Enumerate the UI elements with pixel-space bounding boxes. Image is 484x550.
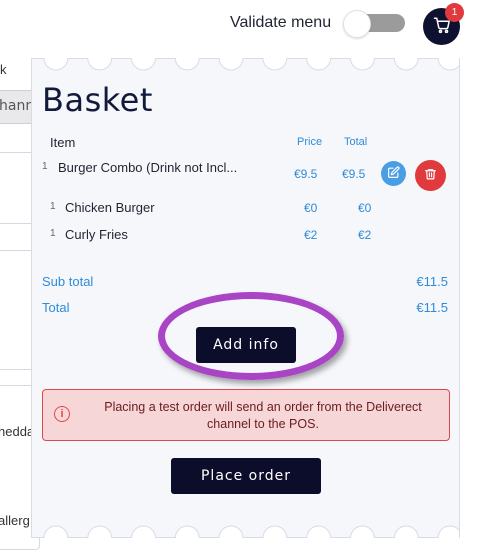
alert-message: Placing a test order will send an order … xyxy=(104,400,422,431)
highlight-annotation xyxy=(158,292,344,380)
item-price: €2 xyxy=(304,228,318,242)
sub-total-label: Sub total xyxy=(42,274,94,289)
background-text: k xyxy=(0,62,7,77)
item-total: €0 xyxy=(358,201,372,215)
total-value: €11.5 xyxy=(416,300,448,315)
cart-button[interactable]: 1 xyxy=(423,3,464,45)
test-order-alert: i Placing a test order will send an orde… xyxy=(42,389,450,441)
edit-item-button[interactable] xyxy=(381,161,406,186)
item-quantity: 1 xyxy=(50,201,56,212)
edit-icon xyxy=(387,164,400,183)
toggle-knob xyxy=(343,10,371,38)
item-total: €2 xyxy=(358,228,372,242)
trash-icon xyxy=(424,166,437,185)
scallop-edge xyxy=(43,58,459,71)
item-total: €9.5 xyxy=(342,167,366,181)
sub-total-value: €11.5 xyxy=(416,274,448,289)
validate-menu-label: Validate menu xyxy=(230,14,332,31)
basket-title: Basket xyxy=(42,81,153,119)
info-icon: i xyxy=(54,406,70,422)
column-header-item: Item xyxy=(50,135,76,150)
validate-menu-toggle[interactable] xyxy=(343,10,405,38)
background-text: hedda xyxy=(0,424,35,439)
item-quantity: 1 xyxy=(42,161,48,172)
column-header-price: Price xyxy=(297,136,323,148)
item-quantity: 1 xyxy=(50,228,56,239)
item-name: Burger Combo (Drink not Incl... xyxy=(58,160,238,175)
background-text: allerg xyxy=(0,513,30,528)
scallop-edge xyxy=(43,525,459,538)
item-price: €0 xyxy=(304,201,318,215)
column-header-total: Total xyxy=(344,136,368,148)
item-price: €9.5 xyxy=(294,167,318,181)
cart-count-badge: 1 xyxy=(445,3,464,22)
place-order-button[interactable]: Place order xyxy=(171,458,321,494)
item-name: Curly Fries xyxy=(65,227,128,242)
item-name: Chicken Burger xyxy=(65,200,155,215)
total-label: Total xyxy=(42,300,70,315)
delete-item-button[interactable] xyxy=(415,160,446,191)
